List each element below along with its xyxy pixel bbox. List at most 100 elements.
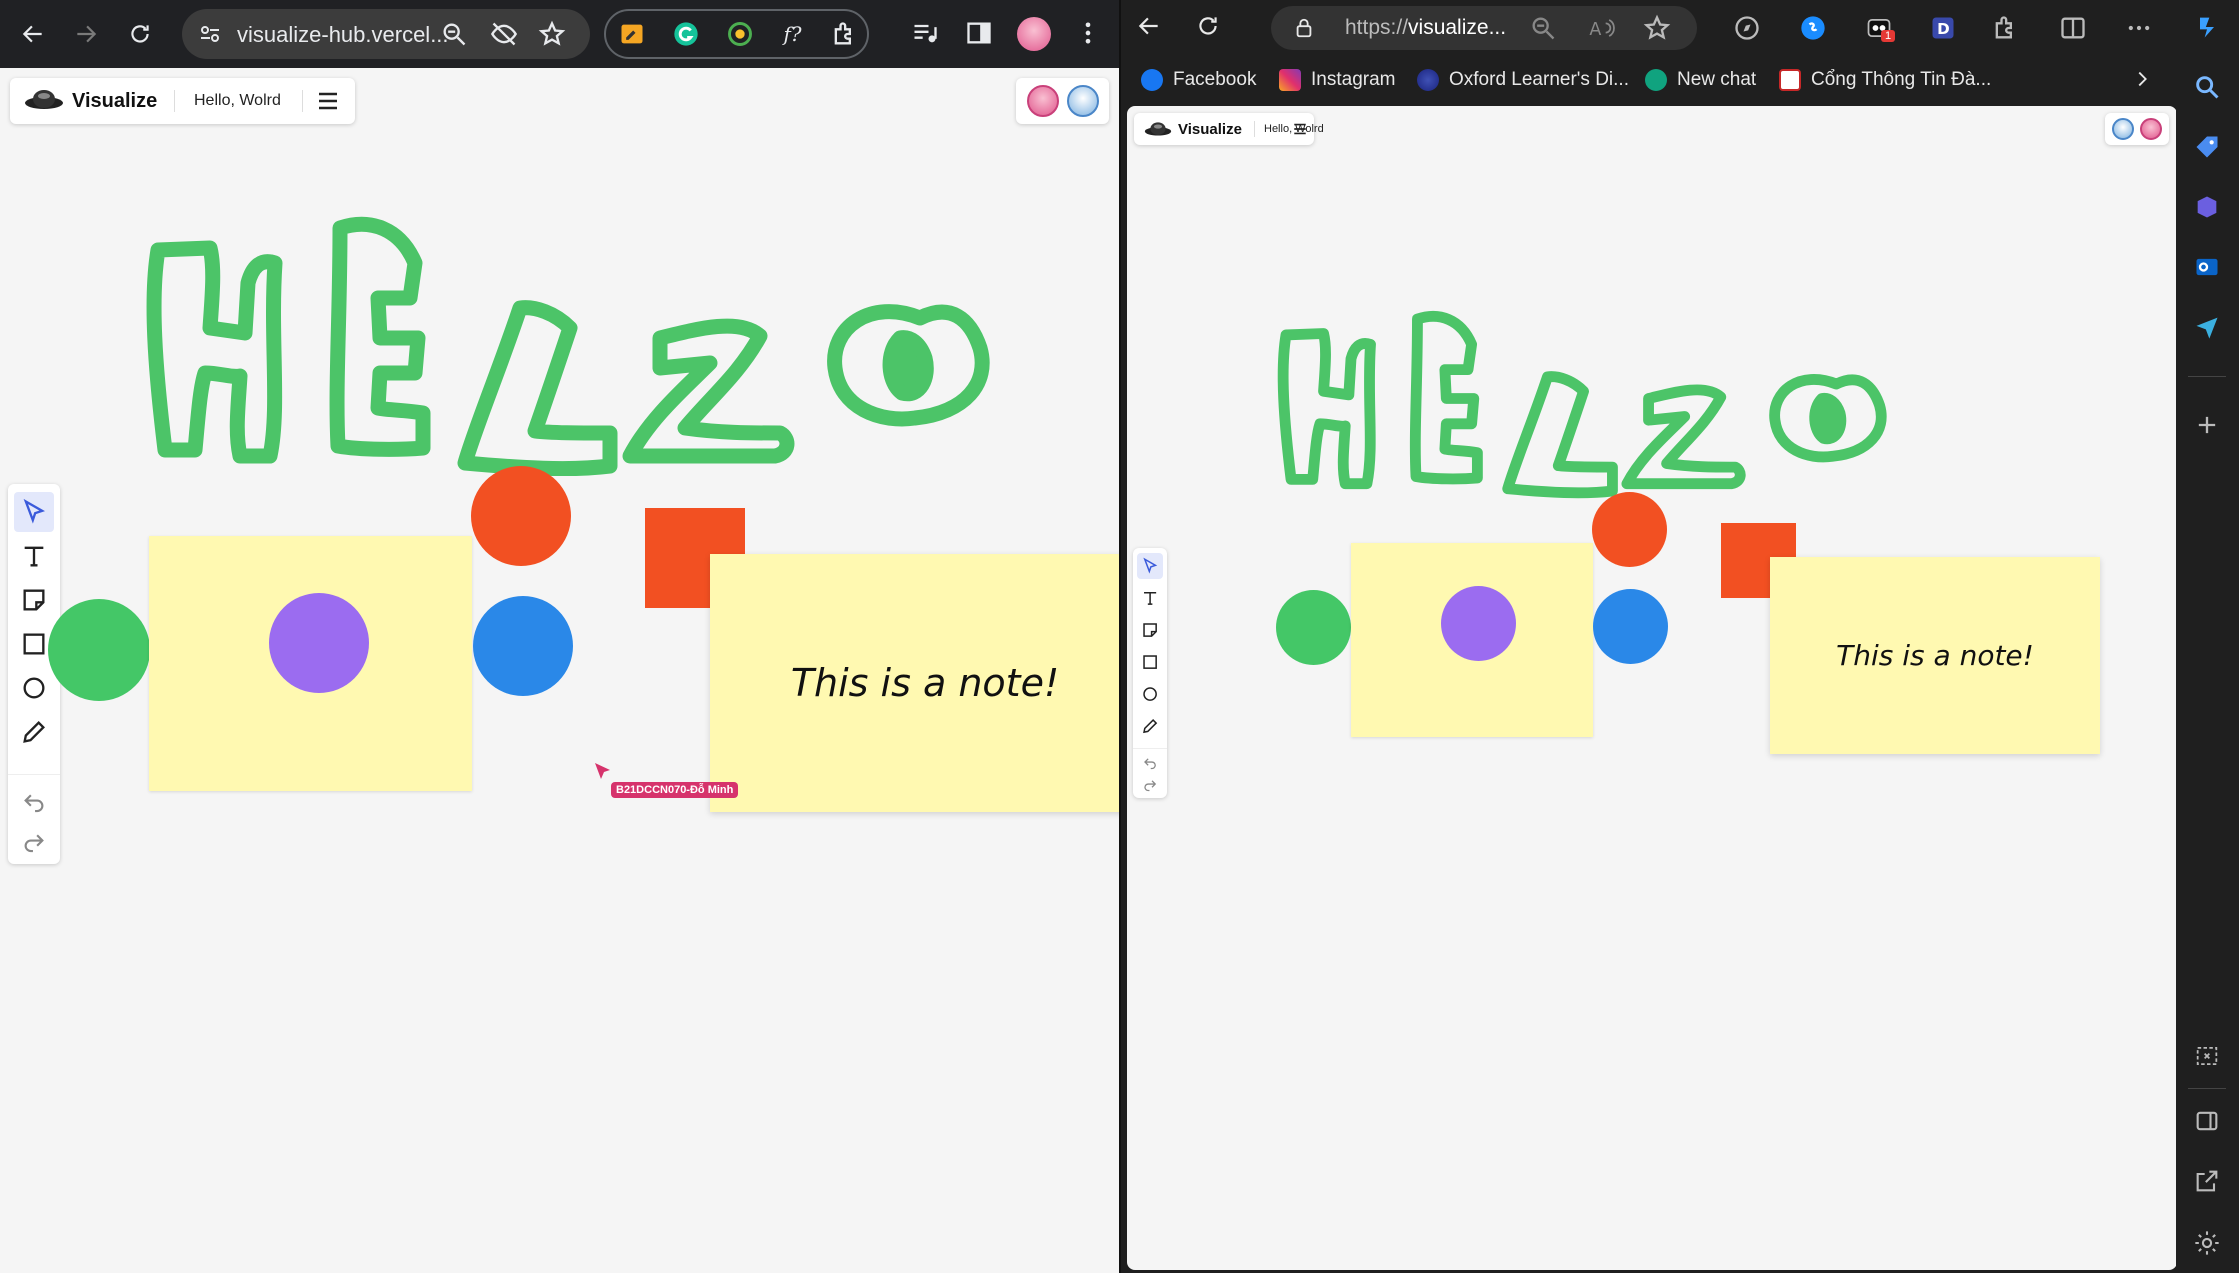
purple-circle[interactable]: [269, 593, 369, 693]
select-tool[interactable]: [1137, 553, 1163, 579]
blue-circle[interactable]: [1593, 589, 1668, 664]
bookmark-new-chat[interactable]: New chat: [1645, 66, 1756, 94]
shazam-button[interactable]: [1797, 12, 1829, 44]
formula-button[interactable]: f?: [778, 18, 810, 50]
address-bar[interactable]: https://visualize... A: [1271, 6, 1697, 50]
shopping-button[interactable]: [2186, 126, 2228, 168]
hide-sidebar-button[interactable]: [2186, 1100, 2228, 1142]
purple-circle[interactable]: [1441, 586, 1516, 661]
settings-button[interactable]: [2186, 1222, 2228, 1264]
pencil-tool[interactable]: [14, 712, 54, 752]
open-external-button[interactable]: [2186, 1160, 2228, 1202]
whiteboard-canvas[interactable]: Visualize Hello, Wolrd: [0, 68, 1119, 1273]
app-logo-text[interactable]: Visualize: [1178, 121, 1242, 138]
pencil-tool[interactable]: [1137, 713, 1163, 739]
menu-icon[interactable]: [316, 90, 340, 112]
svg-text:D: D: [1937, 20, 1950, 38]
reload-button[interactable]: [1188, 6, 1228, 46]
search-button[interactable]: [2186, 66, 2228, 108]
whiteboard-canvas[interactable]: Visualize Hello, Wolrd: [1127, 106, 2177, 1270]
d-extension-button[interactable]: D: [1927, 12, 1959, 44]
chrome-menu-button[interactable]: [1072, 17, 1104, 49]
rectangle-icon: [23, 633, 45, 655]
outlook-button[interactable]: [2186, 246, 2228, 288]
app-logo-text[interactable]: Visualize: [72, 90, 157, 113]
compass-button[interactable]: [1731, 12, 1763, 44]
chrome-window: visualize-hub.vercel... f? Visualize Hel…: [0, 0, 1119, 1273]
extension-3[interactable]: [724, 18, 756, 50]
ellipse-icon: [23, 677, 45, 699]
green-circle[interactable]: [1276, 590, 1351, 665]
m365-icon: [2197, 196, 2217, 218]
sticky-note-text[interactable]: This is a note!: [1836, 639, 2034, 672]
sticky-note[interactable]: This is a note!: [1770, 557, 2100, 754]
extension-1[interactable]: [616, 18, 648, 50]
participant-avatar[interactable]: [1027, 85, 1059, 117]
participant-avatar[interactable]: [2112, 118, 2134, 140]
split-screen-button[interactable]: [2057, 12, 2089, 44]
freehand-drawing-hello[interactable]: [1273, 286, 1923, 511]
search-icon: [2196, 76, 2219, 99]
redo-button[interactable]: [14, 824, 54, 860]
media-button[interactable]: [909, 17, 941, 49]
side-panel-button[interactable]: [963, 17, 995, 49]
svg-text:A: A: [1589, 20, 1601, 40]
reload-button[interactable]: [120, 14, 160, 54]
board-title[interactable]: Hello, Wolrd: [194, 92, 281, 110]
add-sidebar-app-button[interactable]: [2186, 404, 2228, 446]
read-aloud-button[interactable]: A: [1585, 12, 1617, 44]
orange-circle[interactable]: [1592, 492, 1667, 567]
extensions-button[interactable]: [828, 18, 860, 50]
ellipse-tool[interactable]: [1137, 681, 1163, 707]
profile-avatar[interactable]: [1017, 17, 1051, 51]
participant-avatar[interactable]: [2140, 118, 2162, 140]
undo-icon: [1143, 758, 1156, 770]
menu-icon[interactable]: [1292, 122, 1308, 136]
bookmarks-overflow-icon[interactable]: [2131, 68, 2153, 90]
tracking-button[interactable]: [488, 18, 520, 50]
rectangle-tool[interactable]: [1137, 649, 1163, 675]
forward-button[interactable]: [66, 14, 106, 54]
ellipse-tool[interactable]: [14, 668, 54, 708]
copilot-button[interactable]: [2186, 6, 2228, 48]
orange-circle[interactable]: [471, 466, 571, 566]
green-circle[interactable]: [48, 599, 150, 701]
extension-badge-button[interactable]: 1: [1863, 12, 1896, 44]
notification-badge: 1: [1881, 30, 1896, 42]
bookmark-button[interactable]: [536, 18, 568, 50]
zoom-button[interactable]: [1527, 12, 1559, 44]
portal-icon: [1779, 69, 1801, 91]
zoom-button[interactable]: [438, 18, 470, 50]
send-button[interactable]: [2186, 306, 2228, 348]
note-tool[interactable]: [14, 580, 54, 620]
ellipse-icon: [1143, 687, 1157, 701]
redo-button[interactable]: [1137, 774, 1163, 796]
participants: [1016, 78, 1109, 124]
favorite-button[interactable]: [1641, 12, 1673, 44]
m365-button[interactable]: [2186, 186, 2228, 228]
note-tool[interactable]: [1137, 617, 1163, 643]
undo-button[interactable]: [14, 784, 54, 820]
shazam-icon: [1801, 16, 1825, 40]
screenshot-icon: [2196, 1046, 2218, 1066]
sticky-note[interactable]: This is a note!: [710, 554, 1119, 812]
screenshot-button[interactable]: [2186, 1035, 2228, 1077]
text-tool[interactable]: [1137, 585, 1163, 611]
freehand-drawing-hello[interactable]: [140, 188, 1040, 488]
back-button[interactable]: [1129, 6, 1169, 46]
extensions-button[interactable]: [1989, 12, 2021, 44]
bookmark-facebook[interactable]: Facebook: [1141, 66, 1256, 94]
bookmark-portal[interactable]: Cổng Thông Tin Đà...: [1779, 66, 1991, 94]
blue-circle[interactable]: [473, 596, 573, 696]
grammarly-button[interactable]: [670, 18, 702, 50]
undo-button[interactable]: [1137, 752, 1163, 774]
back-button[interactable]: [13, 14, 53, 54]
bookmark-instagram[interactable]: Instagram: [1279, 66, 1395, 94]
text-tool[interactable]: [14, 536, 54, 576]
participant-avatar[interactable]: [1067, 85, 1099, 117]
address-bar[interactable]: visualize-hub.vercel...: [182, 9, 590, 59]
sticky-note-text[interactable]: This is a note!: [791, 661, 1059, 705]
settings-more-button[interactable]: [2123, 12, 2155, 44]
select-tool[interactable]: [14, 492, 54, 532]
bookmark-oxford[interactable]: Oxford Learner's Di...: [1417, 66, 1629, 94]
